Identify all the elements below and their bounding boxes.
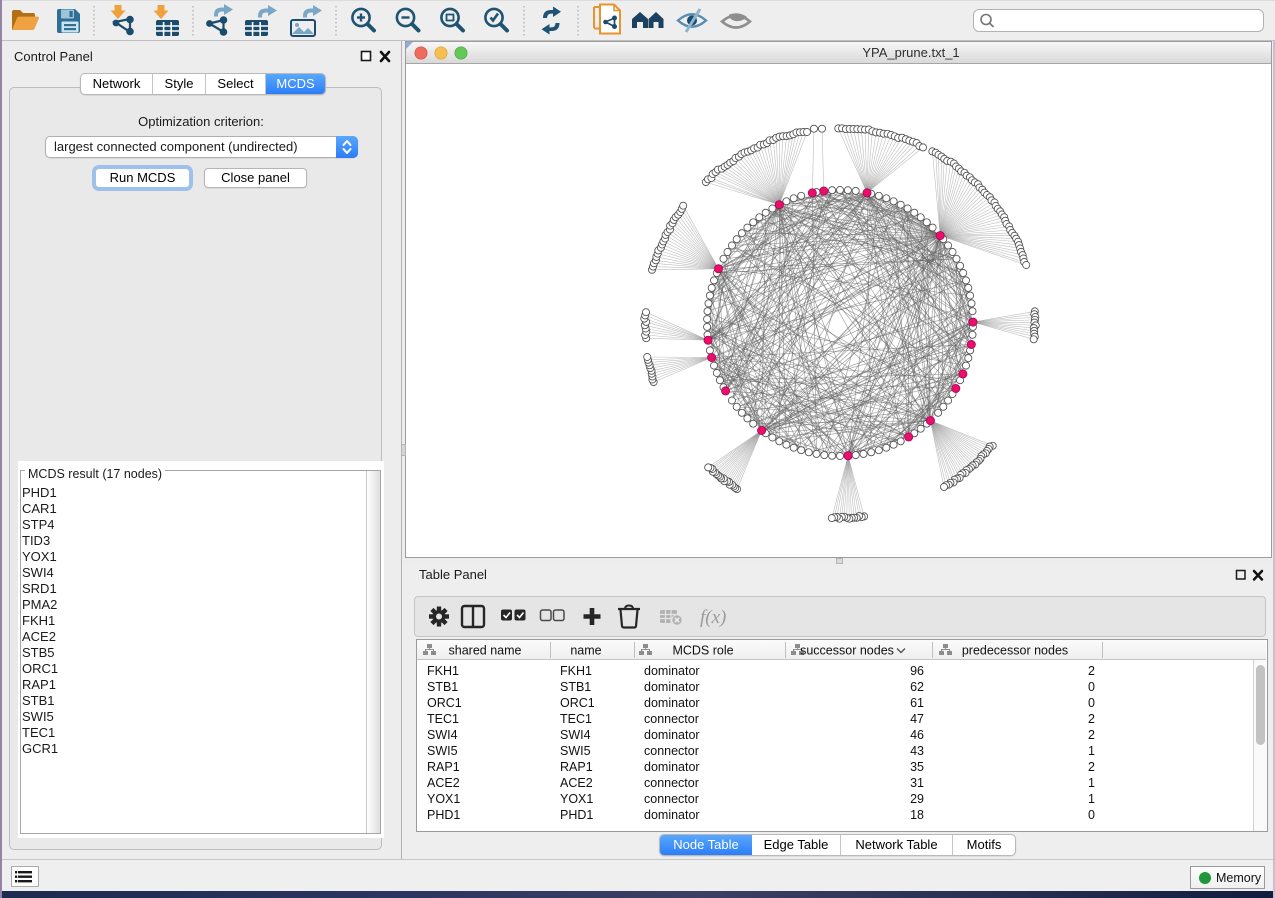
svg-text:predecessor nodes: predecessor nodes bbox=[962, 644, 1068, 658]
svg-text:name: name bbox=[570, 644, 601, 658]
svg-text:f(x): f(x) bbox=[700, 607, 726, 628]
svg-text:MCDS role: MCDS role bbox=[672, 644, 733, 658]
svg-text:shared name: shared name bbox=[449, 644, 522, 658]
svg-text:successor nodes: successor nodes bbox=[800, 644, 894, 658]
